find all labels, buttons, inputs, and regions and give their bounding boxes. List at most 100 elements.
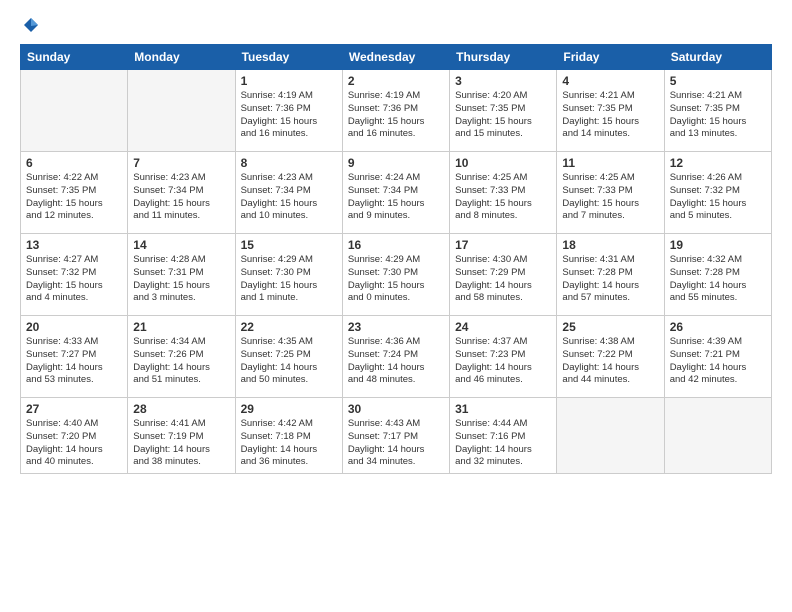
day-info: Sunrise: 4:21 AM Sunset: 7:35 PM Dayligh… xyxy=(562,90,658,141)
day-number: 9 xyxy=(348,156,444,170)
calendar-cell: 10 Sunrise: 4:25 AM Sunset: 7:33 PM Dayli… xyxy=(450,152,557,234)
day-number: 13 xyxy=(26,238,122,252)
calendar-cell xyxy=(128,70,235,152)
calendar-cell: 30 Sunrise: 4:43 AM Sunset: 7:17 PM Dayli… xyxy=(342,398,449,474)
calendar-cell: 16 Sunrise: 4:29 AM Sunset: 7:30 PM Dayli… xyxy=(342,234,449,316)
week-row: 13 Sunrise: 4:27 AM Sunset: 7:32 PM Dayli… xyxy=(21,234,772,316)
day-number: 27 xyxy=(26,402,122,416)
calendar-cell: 28Sunrise: 4:41 AM Sunset: 7:19 PM Dayli… xyxy=(128,398,235,474)
day-info: Sunrise: 4:25 AM Sunset: 7:33 PM Dayligh… xyxy=(455,172,551,223)
day-number: 10 xyxy=(455,156,551,170)
calendar-cell: 5Sunrise: 4:21 AM Sunset: 7:35 PM Daylig… xyxy=(664,70,771,152)
logo-icon xyxy=(22,16,40,34)
calendar-cell xyxy=(557,398,664,474)
calendar-cell: 12 Sunrise: 4:26 AM Sunset: 7:32 PM Dayli… xyxy=(664,152,771,234)
day-info: Sunrise: 4:29 AM Sunset: 7:30 PM Dayligh… xyxy=(348,254,444,305)
calendar-cell: 20 Sunrise: 4:33 AM Sunset: 7:27 PM Dayli… xyxy=(21,316,128,398)
calendar-cell: 9 Sunrise: 4:24 AM Sunset: 7:34 PM Daylig… xyxy=(342,152,449,234)
week-row: 6Sunrise: 4:22 AM Sunset: 7:35 PM Daylig… xyxy=(21,152,772,234)
day-number: 11 xyxy=(562,156,658,170)
day-info: Sunrise: 4:39 AM Sunset: 7:21 PM Dayligh… xyxy=(670,336,766,387)
day-number: 1 xyxy=(241,74,337,88)
day-info: Sunrise: 4:26 AM Sunset: 7:32 PM Dayligh… xyxy=(670,172,766,223)
day-number: 29 xyxy=(241,402,337,416)
calendar-cell: 4 Sunrise: 4:21 AM Sunset: 7:35 PM Daylig… xyxy=(557,70,664,152)
weekday-header: Thursday xyxy=(450,45,557,70)
day-number: 2 xyxy=(348,74,444,88)
weekday-header: Tuesday xyxy=(235,45,342,70)
weekday-header: Wednesday xyxy=(342,45,449,70)
day-number: 22 xyxy=(241,320,337,334)
calendar-cell: 26Sunrise: 4:39 AM Sunset: 7:21 PM Dayli… xyxy=(664,316,771,398)
day-number: 30 xyxy=(348,402,444,416)
day-info: Sunrise: 4:29 AM Sunset: 7:30 PM Dayligh… xyxy=(241,254,337,305)
day-info: Sunrise: 4:21 AM Sunset: 7:35 PM Dayligh… xyxy=(670,90,766,141)
header xyxy=(20,16,772,34)
day-number: 17 xyxy=(455,238,551,252)
day-info: Sunrise: 4:35 AM Sunset: 7:25 PM Dayligh… xyxy=(241,336,337,387)
calendar: SundayMondayTuesdayWednesdayThursdayFrid… xyxy=(20,44,772,474)
week-row: 1 Sunrise: 4:19 AM Sunset: 7:36 PM Daylig… xyxy=(21,70,772,152)
calendar-cell: 6Sunrise: 4:22 AM Sunset: 7:35 PM Daylig… xyxy=(21,152,128,234)
calendar-cell xyxy=(664,398,771,474)
logo xyxy=(20,16,40,34)
day-info: Sunrise: 4:40 AM Sunset: 7:20 PM Dayligh… xyxy=(26,418,122,469)
day-number: 31 xyxy=(455,402,551,416)
calendar-cell: 14 Sunrise: 4:28 AM Sunset: 7:31 PM Dayli… xyxy=(128,234,235,316)
day-number: 7 xyxy=(133,156,229,170)
day-info: Sunrise: 4:36 AM Sunset: 7:24 PM Dayligh… xyxy=(348,336,444,387)
day-number: 12 xyxy=(670,156,766,170)
calendar-cell: 15 Sunrise: 4:29 AM Sunset: 7:30 PM Dayli… xyxy=(235,234,342,316)
calendar-cell: 22 Sunrise: 4:35 AM Sunset: 7:25 PM Dayli… xyxy=(235,316,342,398)
calendar-cell: 31 Sunrise: 4:44 AM Sunset: 7:16 PM Dayli… xyxy=(450,398,557,474)
day-info: Sunrise: 4:37 AM Sunset: 7:23 PM Dayligh… xyxy=(455,336,551,387)
day-info: Sunrise: 4:38 AM Sunset: 7:22 PM Dayligh… xyxy=(562,336,658,387)
day-number: 23 xyxy=(348,320,444,334)
calendar-cell: 7 Sunrise: 4:23 AM Sunset: 7:34 PM Daylig… xyxy=(128,152,235,234)
weekday-header: Friday xyxy=(557,45,664,70)
week-row: 20 Sunrise: 4:33 AM Sunset: 7:27 PM Dayli… xyxy=(21,316,772,398)
calendar-cell: 2 Sunrise: 4:19 AM Sunset: 7:36 PM Daylig… xyxy=(342,70,449,152)
day-info: Sunrise: 4:23 AM Sunset: 7:34 PM Dayligh… xyxy=(133,172,229,223)
calendar-cell: 18 Sunrise: 4:31 AM Sunset: 7:28 PM Dayli… xyxy=(557,234,664,316)
week-row: 27 Sunrise: 4:40 AM Sunset: 7:20 PM Dayli… xyxy=(21,398,772,474)
day-info: Sunrise: 4:30 AM Sunset: 7:29 PM Dayligh… xyxy=(455,254,551,305)
day-info: Sunrise: 4:25 AM Sunset: 7:33 PM Dayligh… xyxy=(562,172,658,223)
calendar-cell xyxy=(21,70,128,152)
day-info: Sunrise: 4:28 AM Sunset: 7:31 PM Dayligh… xyxy=(133,254,229,305)
day-info: Sunrise: 4:44 AM Sunset: 7:16 PM Dayligh… xyxy=(455,418,551,469)
day-number: 6 xyxy=(26,156,122,170)
day-info: Sunrise: 4:32 AM Sunset: 7:28 PM Dayligh… xyxy=(670,254,766,305)
calendar-cell: 19 Sunrise: 4:32 AM Sunset: 7:28 PM Dayli… xyxy=(664,234,771,316)
day-number: 20 xyxy=(26,320,122,334)
weekday-header: Sunday xyxy=(21,45,128,70)
day-info: Sunrise: 4:19 AM Sunset: 7:36 PM Dayligh… xyxy=(241,90,337,141)
day-number: 4 xyxy=(562,74,658,88)
day-info: Sunrise: 4:27 AM Sunset: 7:32 PM Dayligh… xyxy=(26,254,122,305)
day-info: Sunrise: 4:41 AM Sunset: 7:19 PM Dayligh… xyxy=(133,418,229,469)
page: SundayMondayTuesdayWednesdayThursdayFrid… xyxy=(0,0,792,612)
day-number: 24 xyxy=(455,320,551,334)
day-info: Sunrise: 4:23 AM Sunset: 7:34 PM Dayligh… xyxy=(241,172,337,223)
weekday-header: Monday xyxy=(128,45,235,70)
calendar-cell: 13 Sunrise: 4:27 AM Sunset: 7:32 PM Dayli… xyxy=(21,234,128,316)
day-info: Sunrise: 4:34 AM Sunset: 7:26 PM Dayligh… xyxy=(133,336,229,387)
day-number: 3 xyxy=(455,74,551,88)
calendar-cell: 23 Sunrise: 4:36 AM Sunset: 7:24 PM Dayli… xyxy=(342,316,449,398)
day-info: Sunrise: 4:42 AM Sunset: 7:18 PM Dayligh… xyxy=(241,418,337,469)
day-number: 14 xyxy=(133,238,229,252)
day-info: Sunrise: 4:31 AM Sunset: 7:28 PM Dayligh… xyxy=(562,254,658,305)
day-number: 18 xyxy=(562,238,658,252)
calendar-cell: 1 Sunrise: 4:19 AM Sunset: 7:36 PM Daylig… xyxy=(235,70,342,152)
weekday-header: Saturday xyxy=(664,45,771,70)
day-number: 21 xyxy=(133,320,229,334)
day-number: 19 xyxy=(670,238,766,252)
day-info: Sunrise: 4:33 AM Sunset: 7:27 PM Dayligh… xyxy=(26,336,122,387)
calendar-cell: 29 Sunrise: 4:42 AM Sunset: 7:18 PM Dayli… xyxy=(235,398,342,474)
calendar-cell: 21 Sunrise: 4:34 AM Sunset: 7:26 PM Dayli… xyxy=(128,316,235,398)
day-info: Sunrise: 4:24 AM Sunset: 7:34 PM Dayligh… xyxy=(348,172,444,223)
day-info: Sunrise: 4:19 AM Sunset: 7:36 PM Dayligh… xyxy=(348,90,444,141)
day-number: 16 xyxy=(348,238,444,252)
day-number: 15 xyxy=(241,238,337,252)
day-info: Sunrise: 4:43 AM Sunset: 7:17 PM Dayligh… xyxy=(348,418,444,469)
